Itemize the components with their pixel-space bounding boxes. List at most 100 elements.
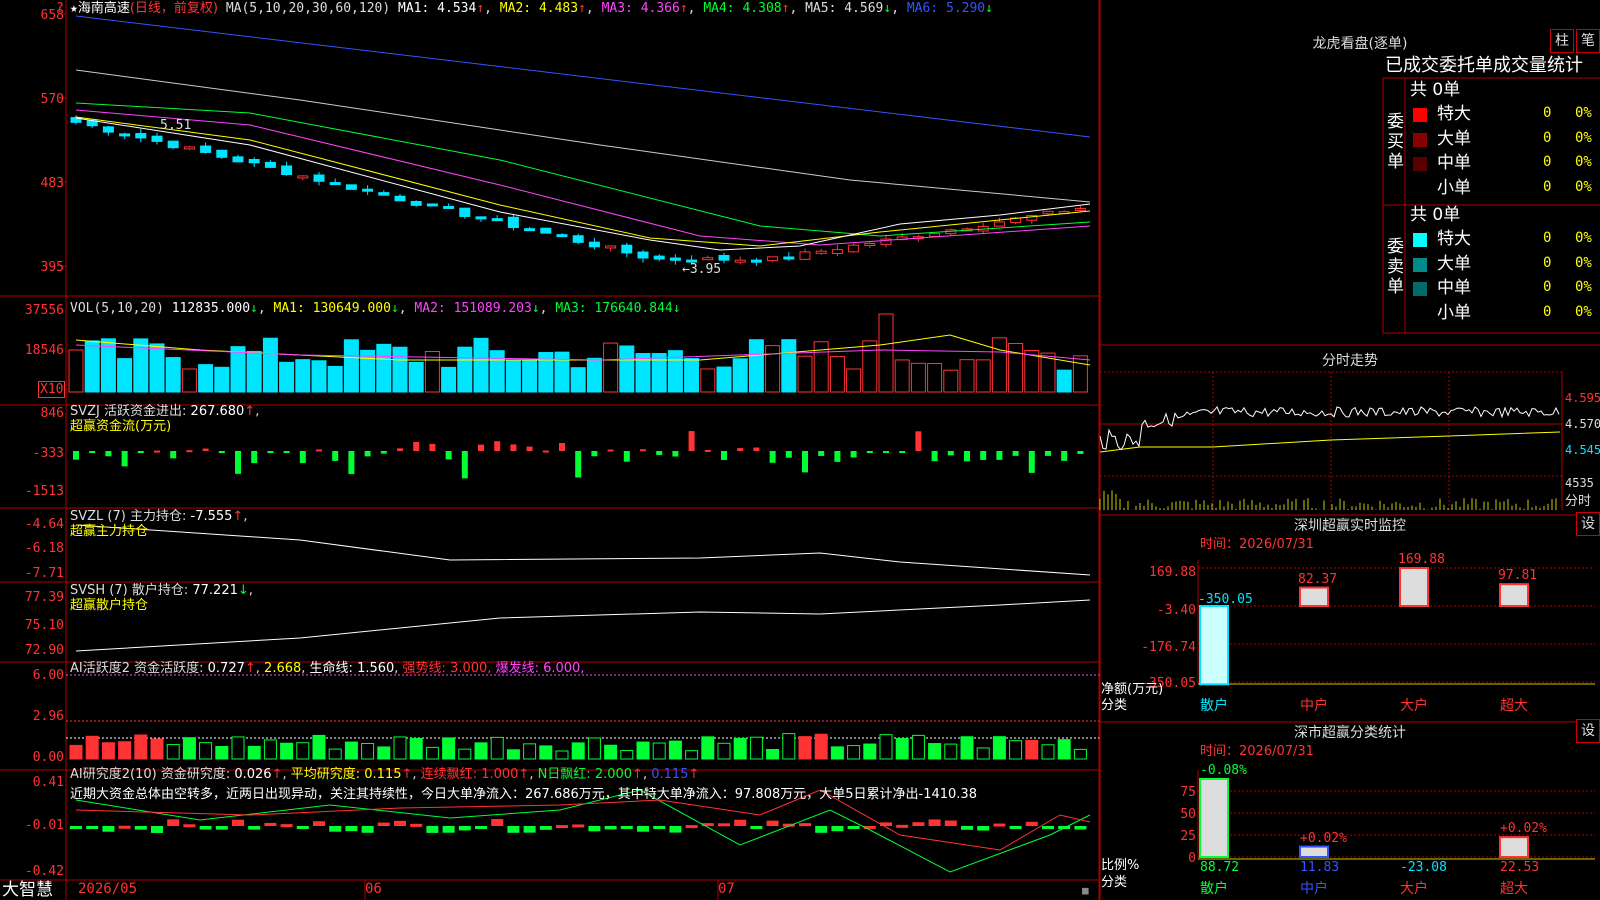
ai-research-bar (912, 822, 925, 826)
tick-mode-button[interactable]: 笔 (1576, 29, 1600, 53)
candle-body (993, 221, 1005, 227)
brand-logo[interactable]: 大智慧 (2, 881, 53, 900)
ai-activity-bar (717, 742, 731, 760)
candle-body (783, 256, 795, 260)
svzj-bar (267, 451, 274, 453)
svsh-line (75, 599, 1091, 652)
svzj-bar (299, 451, 306, 464)
monitor-settings-button[interactable]: 设 (1576, 512, 1600, 536)
classify-pct: 11.83 (1300, 860, 1340, 875)
category-swatch (1413, 132, 1427, 147)
kline-chart-area[interactable] (0, 0, 1100, 900)
ai-activity-bar (620, 749, 634, 760)
intraday-y-tick: 4.595 (1565, 391, 1600, 405)
ai-act-y-tick: 6.00 (32, 668, 64, 683)
svzj-bar (1028, 451, 1035, 473)
bar-mode-button[interactable]: 柱 (1550, 29, 1574, 53)
ai-activity-bar (247, 745, 261, 760)
intraday-title: 分时走势 (1322, 353, 1378, 369)
main-y-tick: 483 (40, 176, 64, 191)
candle-body (491, 218, 503, 222)
svzj-bar (332, 451, 339, 461)
monitor-title: 深圳超赢实时监控 (1294, 518, 1406, 534)
ai-activity-bar (215, 745, 229, 760)
intraday-avg-line (1099, 431, 1561, 453)
intraday-price-line (1099, 405, 1560, 451)
candle-body (135, 133, 147, 139)
svzj-bar (445, 451, 452, 460)
volume-bar (1024, 350, 1040, 393)
category-swatch (1413, 257, 1427, 272)
category-pct: 0% (1575, 105, 1592, 121)
ai-research-bar (1042, 826, 1054, 829)
volume-bar (927, 362, 943, 393)
ai-research-bar (847, 826, 860, 829)
period-label[interactable]: (日线，前复权) (130, 1, 218, 16)
svzj-bar (785, 451, 792, 458)
category-count: 0 (1543, 230, 1552, 246)
volume-bar (651, 353, 667, 393)
category-swatch (1413, 233, 1427, 247)
lock-icon[interactable]: ■ (1082, 883, 1089, 898)
volume-bar (894, 359, 910, 393)
candle-body (167, 140, 179, 149)
ai-research-bar (928, 819, 941, 826)
candle-body (767, 256, 779, 262)
vol-ma2 (75, 344, 1091, 361)
ai-activity-bar (442, 737, 456, 760)
classify-y-tick: 25 (1180, 829, 1196, 844)
stock-name[interactable]: 海南高速 (78, 1, 130, 16)
monitor-y-tick: 169.88 (1149, 565, 1196, 580)
ai-research-bar (232, 819, 244, 826)
ai-research-bar (313, 821, 325, 826)
ai-activity-bar (879, 734, 893, 760)
svzj-bar (397, 448, 403, 451)
high-note: 5.51 (160, 118, 192, 133)
svzj-bar (591, 451, 598, 457)
svzj-bar (656, 451, 663, 455)
ai-activity-bar (814, 733, 828, 760)
monitor-bar-label: -350.05 (1198, 592, 1253, 607)
ai-activity-bar (749, 736, 763, 760)
volume-bar (457, 346, 473, 393)
candle-body (848, 244, 860, 253)
monitor-bar-label: 97.81 (1498, 568, 1538, 584)
ai-activity-bar (166, 744, 180, 760)
ai-research-bar (442, 826, 455, 833)
volume-bar (765, 345, 781, 393)
classify-title: 深市超赢分类统计 (1294, 725, 1406, 741)
classify-bar (1299, 845, 1329, 858)
volume-bar (181, 368, 197, 393)
svzj-bar (510, 444, 517, 451)
ai-research-bar (669, 826, 682, 833)
ai-activity-bar (361, 742, 375, 760)
candle-body (929, 233, 941, 237)
monitor-bar (1199, 605, 1229, 686)
ai-research-bar (604, 826, 617, 830)
volume-bar (862, 340, 878, 393)
candle-body (394, 195, 406, 202)
category-count: 0 (1543, 178, 1552, 195)
ai-research-bar (491, 819, 504, 826)
ai-research-bar (86, 826, 99, 829)
ai-research-bar (944, 820, 957, 826)
svzj-header: SVZJ 活跃资金进出: 267.680↑, (70, 404, 260, 419)
svzl-y-tick: -6.18 (24, 541, 64, 556)
candle-body (281, 165, 293, 176)
candle-body (200, 145, 212, 153)
monitor-category: 散户 (1200, 698, 1228, 714)
ai-research-bar (280, 824, 293, 828)
sell-label: 委卖单 (1387, 237, 1404, 297)
ai-activity-bar (199, 742, 213, 760)
volume-bar (1008, 342, 1024, 393)
svzj-bar (170, 451, 177, 459)
candle-body (750, 259, 762, 263)
ai-activity-bar (69, 744, 83, 760)
classify-settings-button[interactable]: 设 (1576, 719, 1600, 743)
ai-activity-bar (506, 749, 520, 760)
ai-res-y-tick: -0.01 (24, 818, 64, 833)
svzj-y-tick: -333 (32, 446, 64, 461)
classify-y-tick: 0 (1188, 851, 1196, 866)
ai-activity-bar (101, 742, 115, 760)
volume-bar (376, 343, 392, 393)
